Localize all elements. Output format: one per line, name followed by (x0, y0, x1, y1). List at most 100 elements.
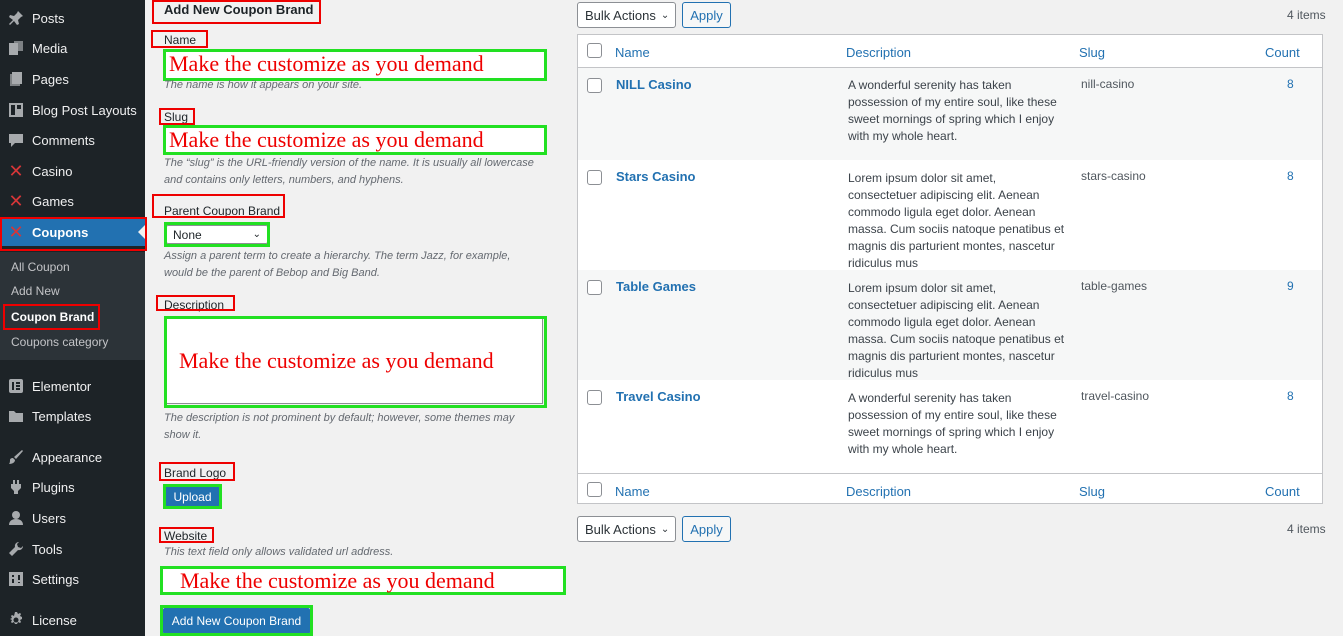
column-count[interactable]: Count (1265, 484, 1300, 499)
menu-label: Pages (32, 71, 69, 87)
layout-icon (8, 102, 24, 118)
column-name[interactable]: Name (615, 484, 650, 499)
submenu-add-new[interactable]: Add New (11, 284, 60, 298)
menu-elementor[interactable]: Elementor (0, 372, 145, 400)
term-name-link[interactable]: Travel Casino (616, 389, 701, 404)
menu-license[interactable]: License (0, 606, 145, 634)
gear-icon (8, 612, 24, 628)
submenu-all-coupon[interactable]: All Coupon (11, 260, 70, 274)
menu-label: Settings (32, 571, 79, 587)
term-description: Lorem ipsum dolor sit amet, consectetuer… (848, 171, 1065, 270)
annotation-text: Make the customize as you demand (179, 348, 494, 373)
annotation-text: Make the customize as you demand (169, 51, 484, 76)
menu-tools[interactable]: Tools (0, 535, 145, 563)
term-count-link[interactable]: 8 (1287, 169, 1294, 183)
menu-blog-post-layouts[interactable]: Blog Post Layouts (0, 96, 145, 124)
menu-templates[interactable]: Templates (0, 402, 145, 430)
settings-icon (8, 571, 24, 587)
footer-divider (578, 473, 1322, 474)
term-slug: travel-casino (1081, 389, 1150, 403)
slug-help: The “slug” is the URL-friendly version o… (164, 157, 534, 169)
term-slug: nill-casino (1081, 77, 1135, 91)
brush-icon (8, 449, 24, 465)
menu-label: Blog Post Layouts (32, 102, 137, 118)
term-name-link[interactable]: Table Games (616, 279, 696, 294)
menu-comments[interactable]: Comments (0, 126, 145, 154)
comment-icon (8, 132, 24, 148)
annotation-box (156, 295, 235, 311)
chevron-down-icon: ⌄ (660, 9, 670, 21)
items-count: 4 items (1287, 8, 1326, 22)
menu-label: Plugins (32, 479, 75, 495)
term-count-link[interactable]: 8 (1287, 77, 1294, 91)
select-all-checkbox[interactable] (587, 43, 602, 58)
annotation-box (0, 217, 147, 251)
menu-label: License (32, 612, 77, 628)
menu-label: Posts (32, 10, 65, 26)
column-slug[interactable]: Slug (1079, 484, 1105, 499)
column-name[interactable]: Name (615, 45, 650, 60)
bulk-actions-select[interactable]: Bulk Actions ⌄ (577, 2, 676, 28)
annotation-box (159, 462, 235, 481)
annotation-box (3, 304, 100, 330)
term-name-link[interactable]: Stars Casino (616, 169, 695, 184)
column-slug[interactable]: Slug (1079, 45, 1105, 60)
row-checkbox[interactable] (587, 170, 602, 185)
row-checkbox[interactable] (587, 78, 602, 93)
select-all-checkbox[interactable] (587, 482, 602, 497)
menu-label: Games (32, 193, 74, 209)
menu-users[interactable]: Users (0, 504, 145, 532)
bulk-actions-select-bottom[interactable]: Bulk Actions ⌄ (577, 516, 676, 542)
menu-label: Media (32, 40, 68, 56)
plug-icon (8, 479, 24, 495)
description-help: The description is not prominent by defa… (164, 412, 515, 424)
menu-label: Comments (32, 132, 95, 148)
annotation-box (151, 30, 208, 48)
annotation-box (163, 484, 222, 509)
menu-games[interactable]: ✕ Games (0, 187, 145, 215)
folder-icon (8, 408, 24, 424)
annotation-box (152, 0, 321, 24)
slug-help: and contains only letters, numbers, and … (164, 174, 404, 186)
menu-label: Templates (32, 408, 92, 424)
description-help: show it. (164, 429, 202, 441)
term-count-link[interactable]: 8 (1287, 389, 1294, 403)
row-checkbox[interactable] (587, 280, 602, 295)
submenu-coupons-category[interactable]: Coupons category (11, 335, 108, 349)
menu-plugins[interactable]: Plugins (0, 473, 145, 501)
term-slug: stars-casino (1081, 169, 1146, 183)
menu-casino[interactable]: ✕ Casino (0, 157, 145, 185)
parent-help: Assign a parent term to create a hierarc… (164, 250, 511, 262)
pin-icon (8, 10, 24, 26)
term-count-link[interactable]: 9 (1287, 279, 1294, 293)
menu-settings[interactable]: Settings (0, 565, 145, 593)
chevron-down-icon: ⌄ (660, 523, 670, 535)
menu-media[interactable]: Media (0, 34, 145, 62)
apply-button[interactable]: Apply (682, 2, 731, 28)
term-name-link[interactable]: NILL Casino (616, 77, 692, 92)
menu-appearance[interactable]: Appearance (0, 443, 145, 471)
menu-label: Appearance (32, 449, 103, 465)
term-slug: table-games (1081, 279, 1148, 293)
menu-posts[interactable]: Posts (0, 4, 145, 32)
x-icon: ✕ (8, 191, 24, 211)
wrench-icon (8, 541, 24, 557)
term-description: A wonderful serenity has taken possessio… (848, 78, 1057, 143)
pages-icon (8, 71, 24, 87)
media-icon (8, 40, 24, 56)
column-description[interactable]: Description (846, 484, 911, 499)
annotation-text: Make the customize as you demand (180, 568, 495, 593)
column-count[interactable]: Count (1265, 45, 1300, 60)
menu-label: Casino (32, 163, 73, 179)
table-row: NILL Casino A wonderful serenity has tak… (578, 67, 1322, 160)
row-checkbox[interactable] (587, 390, 602, 405)
bulk-actions-label: Bulk Actions (585, 521, 656, 537)
term-description: Lorem ipsum dolor sit amet, consectetuer… (848, 281, 1065, 380)
annotation-box (159, 527, 214, 543)
apply-button-bottom[interactable]: Apply (682, 516, 731, 542)
menu-pages[interactable]: Pages (0, 65, 145, 93)
term-description: A wonderful serenity has taken possessio… (848, 391, 1057, 456)
column-description[interactable]: Description (846, 45, 911, 60)
menu-label: Users (32, 510, 66, 526)
annotation-box (164, 222, 270, 247)
